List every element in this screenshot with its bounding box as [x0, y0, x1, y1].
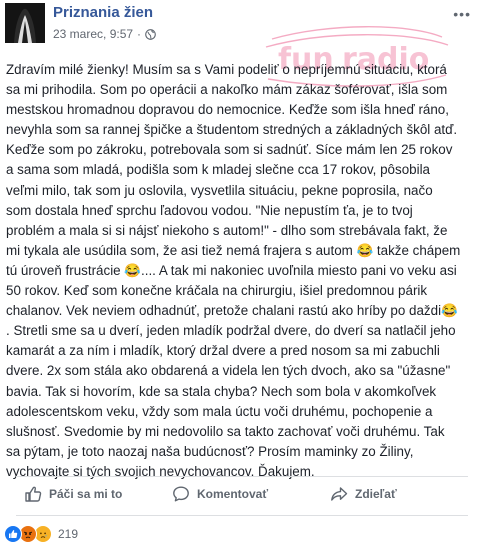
reactions-count[interactable]: 219	[58, 527, 78, 541]
comment-button[interactable]: Komentovať	[172, 485, 268, 503]
share-arrow-icon	[331, 487, 348, 501]
thumbs-up-icon	[25, 486, 42, 502]
like-button[interactable]: Páči sa mi to	[24, 485, 122, 503]
post-timestamp[interactable]: 23 marec, 9:57	[53, 27, 133, 41]
actions-top-divider	[16, 476, 468, 477]
share-button[interactable]: Zdieľať	[330, 485, 397, 503]
share-label: Zdieľať	[355, 487, 397, 501]
speech-bubble-icon	[173, 486, 189, 502]
post-body-text: Zdravím milé žienky! Musím sa s Vami pod…	[6, 62, 461, 479]
globe-icon	[145, 28, 156, 40]
post-meta: 23 marec, 9:57 ·	[53, 27, 156, 41]
like-label: Páči sa mi to	[49, 487, 123, 501]
like-reaction-icon	[4, 525, 22, 543]
page-name-link[interactable]: Priznania žien	[53, 4, 153, 21]
actions-bottom-divider	[16, 515, 468, 516]
reactions-summary[interactable]: 219	[4, 525, 78, 543]
more-dots-icon[interactable]: •••	[453, 6, 471, 22]
post-action-bar: Páči sa mi to Komentovať Zdieľať	[0, 479, 484, 513]
post-header: Priznania žien 23 marec, 9:57 · •••	[0, 0, 484, 56]
comment-label: Komentovať	[197, 487, 269, 501]
page-avatar[interactable]	[5, 3, 45, 43]
separator-dot: ·	[137, 27, 142, 41]
